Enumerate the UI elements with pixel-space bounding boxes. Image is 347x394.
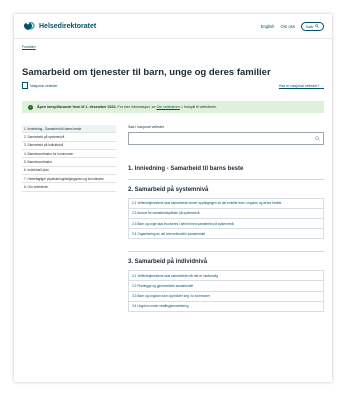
toc-item[interactable]: 4. Barnekoordinator for kommunen xyxy=(22,150,116,159)
table-of-contents: 1. Innledning - Samarbeid til barns best… xyxy=(22,125,116,312)
section-link-list: 3.1 Velferdstjenestene skal samarbeide n… xyxy=(128,270,324,312)
toc-item[interactable]: 8. Om veilederen xyxy=(22,183,116,192)
notice-text: Åpen innspillsrunde frem til 1. desember… xyxy=(37,105,217,109)
arrow-right-icon: → xyxy=(320,83,324,88)
section-heading[interactable]: 3. Samarbeid på individnivå xyxy=(128,259,324,265)
logo-text: Helsedirektoratet xyxy=(39,22,97,30)
search-icon xyxy=(315,136,320,141)
document-icon xyxy=(22,82,28,89)
section-link[interactable]: 2.4 Organisering av det tverrsektorielle… xyxy=(128,229,324,240)
divider xyxy=(128,179,324,180)
toc-item[interactable]: 6. Individuell plan xyxy=(22,167,116,176)
logo[interactable]: Helsedirektoratet xyxy=(22,21,96,31)
what-is-guide-label: Hva er nasjonal veileder? xyxy=(278,83,320,88)
section-link[interactable]: 2.3 Barn og unge skal involveres i arbei… xyxy=(128,219,324,230)
search-icon xyxy=(315,24,319,28)
notice-bold: Åpen innspillsrunde frem til 1. desember… xyxy=(37,105,117,109)
what-is-guide-link[interactable]: Hva er nasjonal veileder? → xyxy=(279,84,324,88)
main-content: Søk i nasjonal veileder 1. Inniedning - … xyxy=(128,125,324,312)
toc-item[interactable]: 3. Samarbeid på individnivå xyxy=(22,142,116,151)
section-link-list: 2.1 Velferdstjenestene skal samarbeide u… xyxy=(128,198,324,240)
section-link[interactable]: 3.4 Ungdom under straffegjennomføring xyxy=(128,301,324,312)
language-link[interactable]: English xyxy=(261,24,275,29)
toc-item[interactable]: 2. Samarbeid på systemnivå xyxy=(22,133,116,142)
logo-icon xyxy=(22,21,36,31)
doc-type-label: Nasjonal veileder xyxy=(30,83,58,88)
breadcrumb[interactable]: Forsiden xyxy=(14,39,332,49)
notice-after: > Innspill til veilederen. xyxy=(179,105,218,109)
notice-banner: i Åpen innspillsrunde frem til 1. desemb… xyxy=(22,101,324,113)
about-link[interactable]: Om oss xyxy=(280,24,294,29)
toc-item[interactable]: 7. Helsefaglige/ psykiske/oppfølgingspla… xyxy=(22,175,116,184)
notice-body: For mer informasjon, se xyxy=(116,105,157,109)
guide-search-label: Søk i nasjonal veileder xyxy=(128,125,165,129)
site-header: Helsedirektoratet English Om oss Søk xyxy=(14,14,332,39)
search-button-label: Søk xyxy=(305,23,313,29)
section-link[interactable]: 3.3 Barn og ungdom som oppholder seg i t… xyxy=(128,291,324,302)
toc-item[interactable]: 1. Innledning - Samarbeid til barns best… xyxy=(22,125,116,134)
notice-link[interactable]: Om veilederen xyxy=(156,105,179,109)
section-link[interactable]: 2.1 Velferdstjenestene skal samarbeide u… xyxy=(128,198,324,210)
divider xyxy=(128,251,324,253)
info-icon: i xyxy=(28,104,33,110)
section-heading[interactable]: 2. Samarbeid på systemnivå xyxy=(128,187,324,193)
section-link[interactable]: 3.2 Planlegge og gjennomføre samarbeidet xyxy=(128,281,324,292)
search-button[interactable]: Søk xyxy=(300,21,324,31)
toc-item[interactable]: 5. Barnekoordinator xyxy=(22,158,116,167)
page-title: Samarbeid om tjenester til barn, unge og… xyxy=(22,67,271,78)
doc-type: Nasjonal veileder xyxy=(22,82,58,89)
section-heading[interactable]: 1. Inniedning - Samarbeid til barns best… xyxy=(128,166,324,172)
section-link[interactable]: 2.2 Ansvar for samarbeidsplikten på syst… xyxy=(128,209,324,220)
page: Helsedirektoratet English Om oss Søk For… xyxy=(14,14,332,382)
guide-search-input[interactable] xyxy=(128,132,324,145)
section-link[interactable]: 3.1 Velferdstjenestene skal samarbeide n… xyxy=(128,270,324,282)
